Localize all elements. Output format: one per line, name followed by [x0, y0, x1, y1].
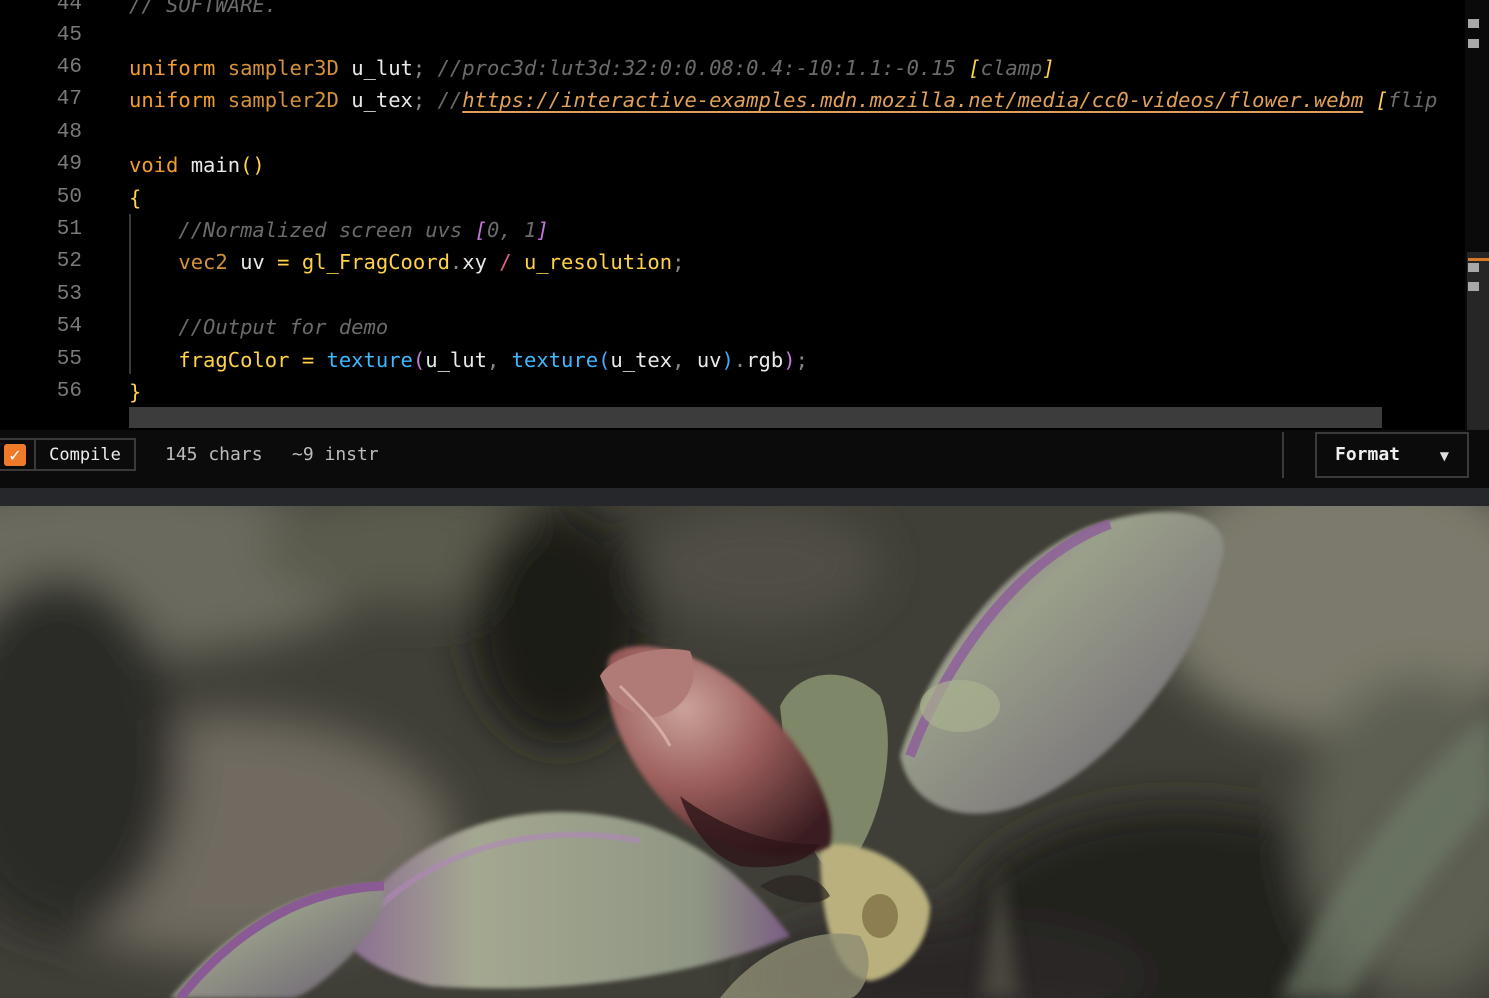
code-line-56: }: [129, 380, 142, 404]
vertical-scrollbar-thumb[interactable]: [1467, 252, 1489, 430]
line-number: 49: [56, 153, 82, 176]
line-number-gutter: 44 45 46 47 48 49 50 51 52 53 54 55 56: [0, 0, 110, 430]
shader-preview-canvas: [0, 506, 1489, 998]
code-line-55: fragColor = texture(u_lut, texture(u_tex…: [178, 348, 808, 372]
line-number: 51: [56, 218, 82, 241]
flower-video-frame: [0, 506, 1489, 998]
format-dropdown[interactable]: Format ▼: [1315, 432, 1469, 478]
code-editor[interactable]: 44 45 46 47 48 49 50 51 52 53 54 55 56 /…: [0, 0, 1489, 430]
code-area[interactable]: // SOFTWARE. uniform sampler3D u_lut; //…: [129, 0, 1465, 430]
code-line-54: //Output for demo: [178, 315, 389, 339]
code-line-51: //Normalized screen uvs [0, 1]: [178, 218, 549, 242]
scrollbar-marker: [1468, 263, 1479, 272]
checkmark-icon: ✓: [8, 445, 22, 465]
code-line-44: // SOFTWARE.: [129, 0, 278, 17]
code-line-49: void main(): [129, 153, 265, 177]
horizontal-scrollbar[interactable]: [129, 407, 1382, 428]
scrollbar-marker: [1468, 39, 1479, 48]
line-number: 45: [56, 24, 82, 47]
line-number: 56: [56, 380, 82, 403]
line-number: 48: [56, 121, 82, 144]
texture-source-link[interactable]: https://interactive-examples.mdn.mozilla…: [462, 88, 1363, 112]
line-number: 46: [56, 56, 82, 79]
pane-resize-handle[interactable]: [0, 488, 1489, 506]
line-number: 44: [56, 0, 82, 16]
toolbar-divider: [1282, 432, 1284, 478]
line-number: 53: [56, 283, 82, 306]
line-number: 55: [56, 348, 82, 371]
code-line-52: vec2 uv = gl_FragCoord.xy / u_resolution…: [178, 250, 685, 274]
code-line-46: uniform sampler3D u_lut; //proc3d:lut3d:…: [129, 56, 1055, 80]
scrollbar-cursor-marker: [1468, 258, 1489, 261]
char-count: 145 chars: [165, 444, 263, 465]
scrollbar-marker: [1468, 282, 1479, 291]
code-line-50: {: [129, 186, 142, 210]
instruction-count: ~9 instr: [292, 444, 379, 465]
line-number: 50: [56, 186, 82, 209]
scrollbar-marker: [1468, 19, 1479, 28]
line-number: 47: [56, 88, 82, 111]
chevron-down-icon: ▼: [1439, 449, 1449, 463]
compile-button[interactable]: Compile: [36, 440, 134, 470]
line-number: 54: [56, 315, 82, 338]
code-line-47: uniform sampler2D u_tex; //https://inter…: [129, 88, 1438, 112]
format-label: Format: [1335, 444, 1401, 465]
compile-checkbox[interactable]: ✓: [4, 444, 26, 466]
line-number: 52: [56, 250, 82, 273]
